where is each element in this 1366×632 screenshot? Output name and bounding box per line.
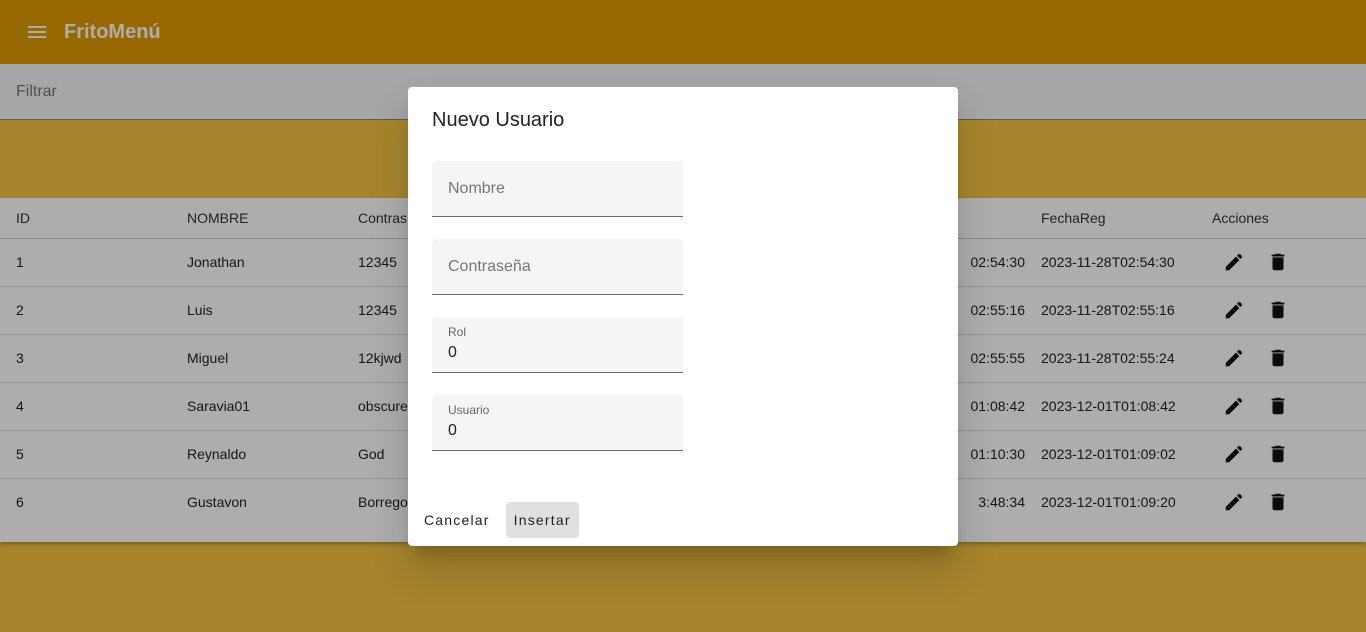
rol-input[interactable] xyxy=(432,341,683,365)
new-user-dialog: Nuevo Usuario Rol Usuario Cancelar Inser… xyxy=(408,87,958,546)
cancel-button[interactable]: Cancelar xyxy=(416,502,498,538)
nombre-input[interactable] xyxy=(432,161,683,217)
insert-button[interactable]: Insertar xyxy=(505,502,579,538)
usuario-input[interactable] xyxy=(432,419,683,443)
usuario-label: Usuario xyxy=(448,403,490,417)
dialog-title: Nuevo Usuario xyxy=(432,109,565,131)
contrasena-field xyxy=(432,239,683,295)
rol-field: Rol xyxy=(432,317,683,373)
usuario-field: Usuario xyxy=(432,395,683,451)
contrasena-input[interactable] xyxy=(432,239,683,295)
dialog-actions: Cancelar Insertar xyxy=(416,502,579,538)
rol-label: Rol xyxy=(448,325,467,339)
nombre-field xyxy=(432,161,683,217)
